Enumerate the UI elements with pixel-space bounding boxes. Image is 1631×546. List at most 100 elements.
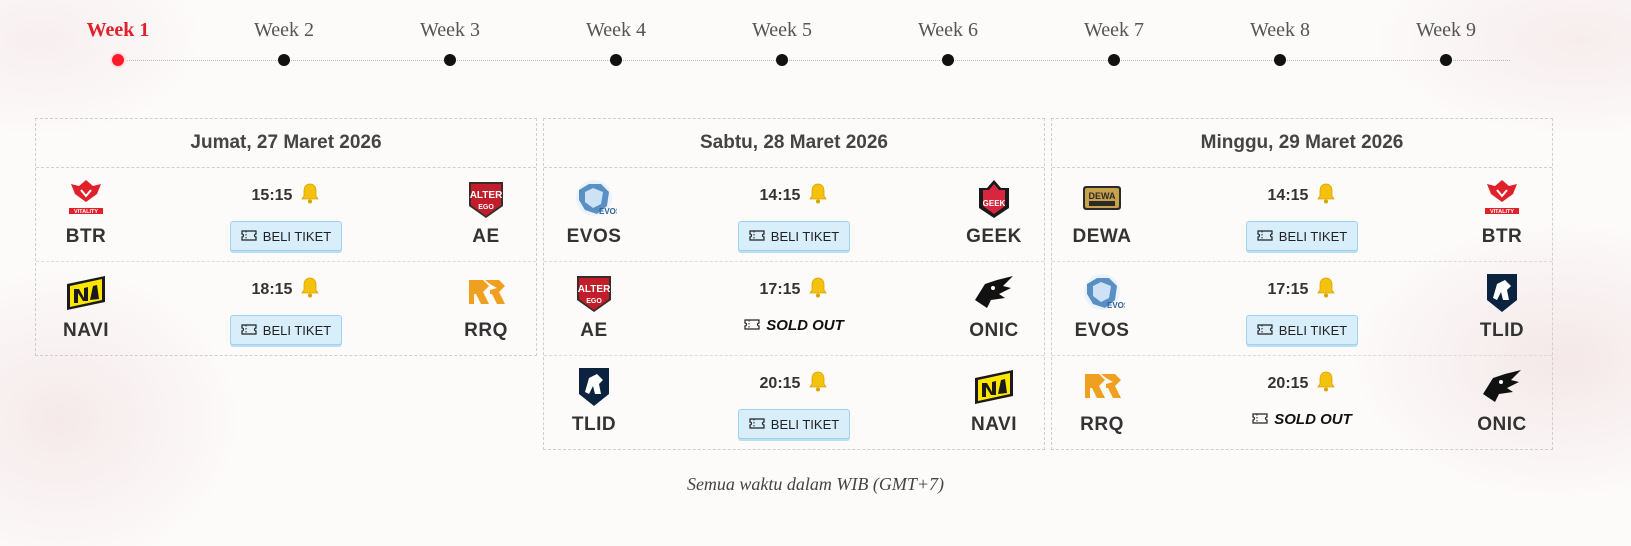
time-text: 15:15 <box>251 186 293 204</box>
buy-ticket-button[interactable]: BELI TIKET <box>229 315 343 345</box>
home-team[interactable]: ALTER EGO AE <box>554 270 634 342</box>
week-dot[interactable] <box>278 54 290 66</box>
week-label: Week 5 <box>751 19 813 41</box>
match-time: 14:15 <box>1268 182 1337 209</box>
bell-icon[interactable] <box>808 370 828 397</box>
buy-ticket-button[interactable]: BELI TIKET <box>229 221 343 251</box>
week-tab-2[interactable]: Week 2 <box>224 18 344 66</box>
away-team[interactable]: ONIC <box>954 270 1034 342</box>
home-team[interactable]: TLID <box>554 364 634 436</box>
team-logo <box>971 364 1017 410</box>
home-team[interactable]: VITALITY BTR <box>46 176 126 248</box>
match-time: 20:15 <box>1268 370 1337 397</box>
team-name: TLID <box>571 414 617 435</box>
week-label: Week 3 <box>419 19 481 41</box>
team-logo: ALTER EGO <box>463 176 509 222</box>
match-info: 18:15 BELI TIKET <box>186 276 386 345</box>
svg-text:EGO: EGO <box>478 204 494 211</box>
svg-text:VITALITY: VITALITY <box>74 209 98 215</box>
buy-ticket-label: BELI TIKET <box>1278 228 1348 244</box>
team-name: AE <box>472 226 500 247</box>
home-team[interactable]: EVOS EVOS <box>1062 270 1142 342</box>
buy-ticket-button[interactable]: BELI TIKET <box>737 221 851 251</box>
match-info: 20:15 BELI TIKET <box>694 370 894 439</box>
week-tab-9[interactable]: Week 9 <box>1386 18 1506 66</box>
week-tab-3[interactable]: Week 3 <box>390 18 510 66</box>
ticket-icon <box>241 229 257 244</box>
bell-icon[interactable] <box>300 182 320 209</box>
away-team[interactable]: ONIC <box>1462 364 1542 436</box>
bell-icon[interactable] <box>300 276 320 303</box>
match-day-date: Sabtu, 28 Maret 2026 <box>544 119 1044 168</box>
team-logo <box>571 364 617 410</box>
buy-ticket-label: BELI TIKET <box>770 228 840 244</box>
ticket-icon <box>1257 323 1273 338</box>
bell-icon[interactable] <box>1316 276 1336 303</box>
team-name: ONIC <box>969 320 1019 341</box>
sold-out-text: SOLD OUT <box>1274 411 1352 428</box>
week-tab-1[interactable]: Week 1 <box>58 18 178 66</box>
week-dot[interactable] <box>112 54 124 66</box>
team-logo <box>1479 364 1525 410</box>
time-text: 18:15 <box>251 280 293 298</box>
match-day-card: Minggu, 29 Maret 2026 DEWA DEWA 14:15 BELI T… <box>1051 118 1553 450</box>
away-team[interactable]: NAVI <box>954 364 1034 436</box>
week-tab-5[interactable]: Week 5 <box>722 18 842 66</box>
match-day-date: Jumat, 27 Maret 2026 <box>36 119 536 168</box>
away-team[interactable]: RRQ <box>446 270 526 342</box>
home-team[interactable]: NAVI <box>46 270 126 342</box>
home-team[interactable]: DEWA DEWA <box>1062 176 1142 248</box>
home-team[interactable]: RRQ <box>1062 364 1142 436</box>
team-name: AE <box>580 320 608 341</box>
bell-icon[interactable] <box>1316 370 1336 397</box>
team-name: RRQ <box>464 320 508 341</box>
team-logo: DEWA <box>1079 176 1125 222</box>
week-dot[interactable] <box>1274 54 1286 66</box>
time-text: 14:15 <box>759 186 801 204</box>
week-dot[interactable] <box>444 54 456 66</box>
team-logo <box>1079 364 1125 410</box>
away-team[interactable]: TLID <box>1462 270 1542 342</box>
home-team[interactable]: EVOS EVOS <box>554 176 634 248</box>
buy-ticket-button[interactable]: BELI TIKET <box>737 409 851 439</box>
buy-ticket-button[interactable]: BELI TIKET <box>1245 221 1359 251</box>
team-name: BTR <box>1481 226 1523 247</box>
week-dot[interactable] <box>942 54 954 66</box>
match-info: 17:15 SOLD OUT <box>694 276 894 335</box>
week-tab-6[interactable]: Week 6 <box>888 18 1008 66</box>
week-label: Week 4 <box>585 19 647 41</box>
team-logo: ALTER EGO <box>571 270 617 316</box>
week-tab-8[interactable]: Week 8 <box>1220 18 1340 66</box>
team-logo: GEEK <box>971 176 1017 222</box>
svg-text:EVOS: EVOS <box>599 207 617 216</box>
week-tab-4[interactable]: Week 4 <box>556 18 676 66</box>
match-row: DEWA DEWA 14:15 BELI TIKET VITALITY BTR <box>1052 168 1552 262</box>
match-row: VITALITY BTR 15:15 BELI TIKET ALTER EGO AE <box>36 168 536 262</box>
week-dot[interactable] <box>776 54 788 66</box>
away-team[interactable]: GEEK GEEK <box>954 176 1034 248</box>
time-text: 17:15 <box>1267 280 1309 298</box>
team-logo: VITALITY <box>1479 176 1525 222</box>
away-team[interactable]: VITALITY BTR <box>1462 176 1542 248</box>
svg-text:ALTER: ALTER <box>578 284 611 295</box>
buy-ticket-button[interactable]: BELI TIKET <box>1245 315 1359 345</box>
away-team[interactable]: ALTER EGO AE <box>446 176 526 248</box>
svg-text:EGO: EGO <box>586 298 602 305</box>
team-logo <box>971 270 1017 316</box>
week-dot[interactable] <box>1440 54 1452 66</box>
time-text: 20:15 <box>1267 374 1309 392</box>
week-dot[interactable] <box>1108 54 1120 66</box>
buy-ticket-label: BELI TIKET <box>262 228 332 244</box>
week-tab-7[interactable]: Week 7 <box>1054 18 1174 66</box>
team-name: EVOS <box>566 226 622 247</box>
bell-icon[interactable] <box>1316 182 1336 209</box>
match-time: 15:15 <box>252 182 321 209</box>
bell-icon[interactable] <box>808 276 828 303</box>
buy-ticket-label: BELI TIKET <box>770 416 840 432</box>
bell-icon[interactable] <box>808 182 828 209</box>
team-name: GEEK <box>966 226 1022 247</box>
time-text: 17:15 <box>759 280 801 298</box>
week-navigation: Week 1 Week 2 Week 3 Week 4 Week 5 Week 6 Week… <box>0 0 1631 80</box>
week-dot[interactable] <box>610 54 622 66</box>
match-day-card: Jumat, 27 Maret 2026 VITALITY BTR 15:15 BELI… <box>35 118 537 356</box>
